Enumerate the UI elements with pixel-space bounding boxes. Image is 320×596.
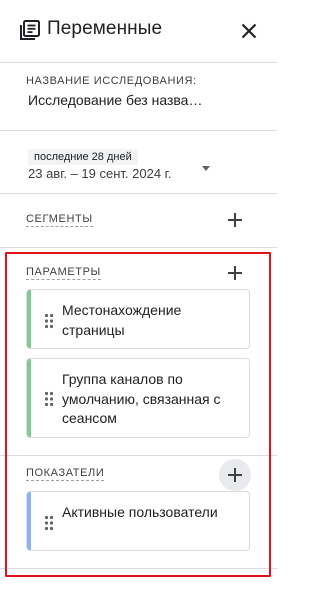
explorations-icon (19, 19, 41, 41)
study-name-field[interactable]: Исследование без назва… (28, 92, 202, 108)
add-segment-button[interactable] (219, 204, 251, 236)
date-divider (0, 193, 277, 194)
study-name-label: НАЗВАНИЕ ИССЛЕДОВАНИЯ: (26, 75, 197, 87)
close-button[interactable] (236, 18, 262, 44)
plus-icon (228, 213, 242, 227)
segments-label[interactable]: СЕГМЕНТЫ (26, 213, 93, 227)
header-divider (0, 62, 277, 63)
highlight-box (5, 252, 271, 577)
caret-down-icon (202, 166, 210, 171)
panel-header: Переменные (0, 0, 277, 62)
date-preset-chip[interactable]: последние 28 дней (28, 149, 138, 165)
panel-title: Переменные (47, 18, 163, 39)
close-icon (241, 23, 257, 39)
study-divider (0, 130, 277, 131)
date-dropdown-caret[interactable] (200, 160, 212, 171)
date-range-text[interactable]: 23 авг. – 19 сент. 2024 г. (28, 166, 171, 181)
segments-divider (0, 247, 277, 248)
